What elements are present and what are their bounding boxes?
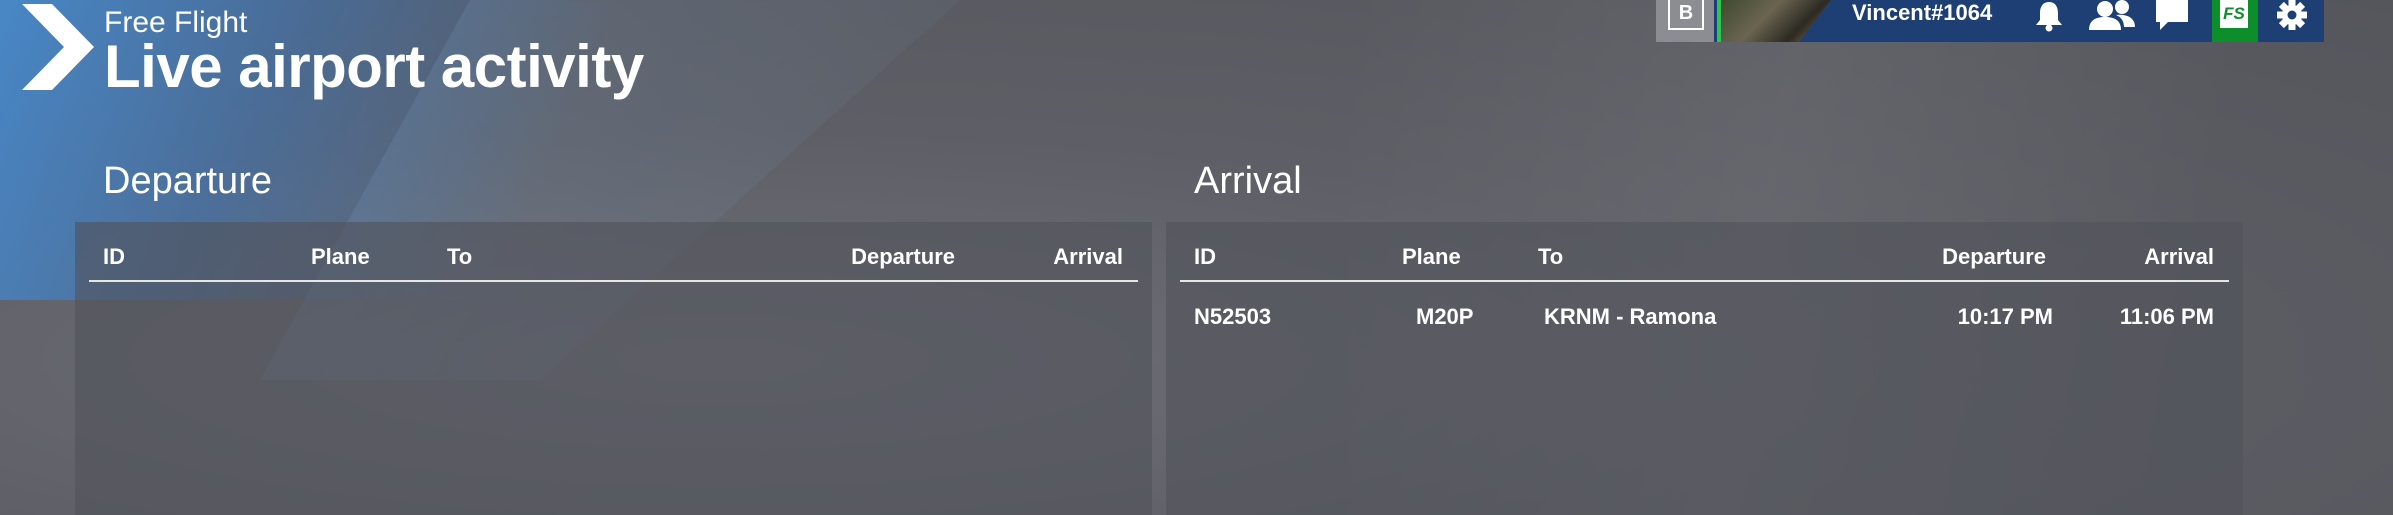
back-chevron-icon[interactable]: [22, 4, 94, 90]
arrival-table: ID Plane To Departure Arrival N52503 M20…: [1166, 222, 2243, 515]
friends-icon[interactable]: [2086, 0, 2138, 32]
column-header-departure: Departure: [851, 244, 955, 269]
departure-table: ID Plane To Departure Arrival: [75, 222, 1152, 515]
departure-table-header: ID Plane To Departure Arrival: [89, 244, 1138, 282]
fs-logo[interactable]: FS: [2212, 0, 2258, 42]
column-header-arrival: Arrival: [2144, 244, 2214, 269]
bell-icon[interactable]: [2032, 0, 2066, 32]
cell-to: KRNM - Ramona: [1544, 304, 1717, 329]
b-key-button[interactable]: B: [1656, 0, 1714, 42]
column-header-departure: Departure: [1942, 244, 2046, 269]
column-header-id: ID: [1194, 244, 1216, 269]
arrival-section-label: Arrival: [1194, 160, 1302, 202]
column-header-plane: Plane: [311, 244, 370, 269]
arrival-table-header: ID Plane To Departure Arrival: [1180, 244, 2229, 282]
chat-icon[interactable]: [2154, 0, 2190, 32]
column-header-id: ID: [103, 244, 125, 269]
column-header-to: To: [1538, 244, 1564, 269]
cell-id: N52503: [1194, 304, 1272, 329]
cell-departure: 10:17 PM: [1957, 304, 2053, 329]
column-header-plane: Plane: [1402, 244, 1461, 269]
b-key-label: B: [1668, 0, 1704, 30]
column-header-arrival: Arrival: [1053, 244, 1123, 269]
page-title: Live airport activity: [104, 33, 644, 100]
gear-icon[interactable]: [2274, 0, 2310, 32]
cell-plane: M20P: [1416, 304, 1474, 329]
fs-logo-label: FS: [2220, 0, 2248, 28]
username[interactable]: Vincent#1064: [1852, 0, 1992, 26]
departure-section-label: Departure: [103, 160, 272, 202]
table-row[interactable]: N52503 M20P KRNM - Ramona 10:17 PM 11:06…: [1180, 304, 2229, 340]
cell-arrival: 11:06 PM: [2119, 304, 2214, 329]
column-header-to: To: [447, 244, 473, 269]
